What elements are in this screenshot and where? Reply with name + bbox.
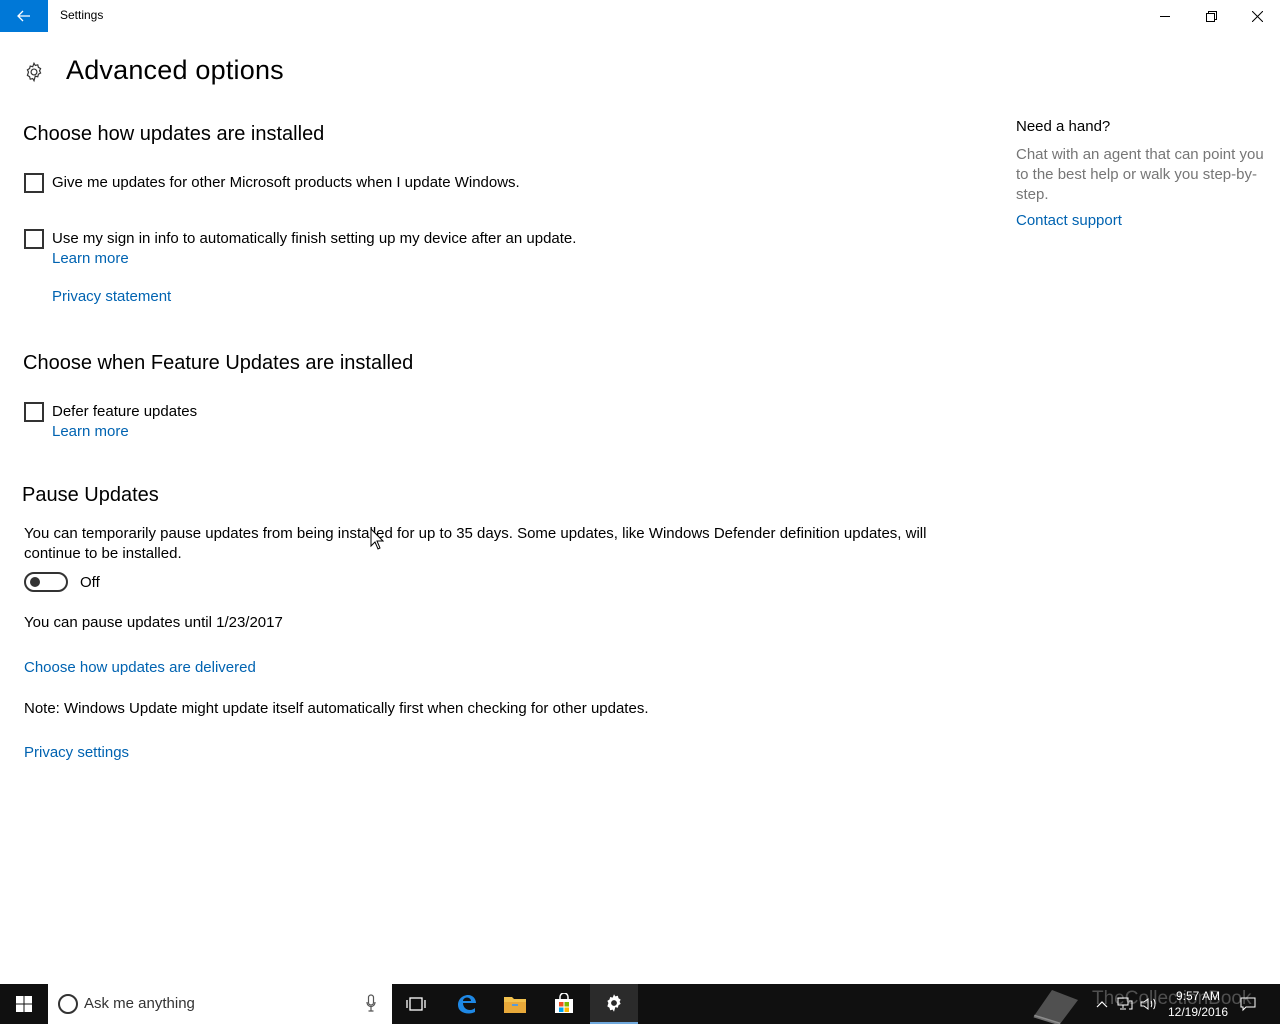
app-title: Settings — [60, 8, 104, 22]
cortana-icon — [58, 994, 78, 1014]
folder-icon — [504, 997, 526, 1013]
ms-products-checkbox[interactable] — [24, 173, 44, 193]
edge-browser-button[interactable] — [442, 984, 490, 1024]
chevron-up-icon — [1096, 1001, 1108, 1008]
gear-icon — [26, 61, 42, 83]
settings-taskbar-button[interactable] — [590, 984, 638, 1024]
pause-section-heading: Pause Updates — [22, 484, 159, 506]
windows-logo-icon — [16, 996, 32, 1012]
clock-time: 9:57 AM — [1175, 989, 1221, 1003]
network-button[interactable] — [1114, 984, 1136, 1024]
file-explorer-button[interactable] — [491, 984, 539, 1024]
task-view-icon — [406, 997, 426, 1011]
learn-more-link-sign-in[interactable]: Learn more — [52, 250, 129, 267]
system-clock[interactable]: 9:57 AM 12/19/2016 — [1160, 988, 1236, 1020]
contact-support-link[interactable]: Contact support — [1016, 212, 1122, 229]
store-bag-icon — [555, 993, 573, 1013]
feature-section-heading: Choose when Feature Updates are installe… — [23, 352, 414, 374]
close-button[interactable] — [1234, 0, 1280, 32]
pause-description: You can temporarily pause updates from b… — [24, 525, 927, 562]
defer-feature-updates-checkbox[interactable] — [24, 402, 44, 422]
gear-icon — [607, 994, 621, 1012]
microphone-icon[interactable] — [366, 994, 376, 1012]
store-button[interactable] — [540, 984, 588, 1024]
minimize-button[interactable] — [1142, 0, 1188, 32]
volume-button[interactable] — [1138, 984, 1160, 1024]
title-bar: Settings — [0, 0, 1280, 32]
book-logo-icon — [1033, 990, 1078, 1024]
mouse-cursor-icon — [370, 528, 384, 550]
toggle-knob — [30, 577, 40, 587]
pause-updates-toggle[interactable] — [24, 572, 68, 592]
restore-icon — [1205, 10, 1217, 22]
defer-feature-updates-label: Defer feature updates — [52, 403, 198, 420]
help-text: Chat with an agent that can point you to… — [1016, 146, 1264, 203]
learn-more-link-defer[interactable]: Learn more — [52, 423, 129, 440]
search-box[interactable]: Ask me anything — [48, 984, 392, 1024]
sign-in-info-label: Use my sign in info to automatically fin… — [52, 230, 577, 247]
clock-date: 12/19/2016 — [1167, 1005, 1229, 1019]
update-note: Note: Windows Update might update itself… — [24, 700, 649, 717]
notification-icon — [1240, 997, 1256, 1012]
back-button[interactable] — [0, 0, 48, 32]
network-icon — [1117, 997, 1133, 1010]
install-section-heading: Choose how updates are installed — [23, 123, 325, 145]
speaker-icon — [1140, 998, 1156, 1010]
delivery-options-link[interactable]: Choose how updates are delivered — [24, 659, 256, 676]
action-center-button[interactable] — [1236, 984, 1260, 1024]
start-button[interactable] — [0, 984, 48, 1024]
pause-until-text: You can pause updates until 1/23/2017 — [24, 614, 283, 631]
restore-button[interactable] — [1188, 0, 1234, 32]
arrow-left-icon — [17, 10, 30, 22]
search-placeholder: Ask me anything — [84, 995, 195, 1012]
page-title: Advanced options — [66, 55, 284, 85]
close-icon — [1251, 10, 1263, 22]
minimize-icon — [1159, 15, 1170, 17]
help-title: Need a hand? — [1016, 118, 1111, 135]
show-hidden-icons-button[interactable] — [1092, 984, 1112, 1024]
edge-icon — [458, 995, 476, 1014]
privacy-statement-link[interactable]: Privacy statement — [52, 288, 171, 305]
sign-in-info-checkbox[interactable] — [24, 229, 44, 249]
toggle-state-label: Off — [80, 574, 100, 591]
privacy-settings-link[interactable]: Privacy settings — [24, 744, 129, 761]
ms-products-label: Give me updates for other Microsoft prod… — [52, 174, 520, 191]
taskbar: Ask me anything TheCollectionBook 9:57 A… — [0, 984, 1280, 1024]
task-view-button[interactable] — [392, 984, 440, 1024]
